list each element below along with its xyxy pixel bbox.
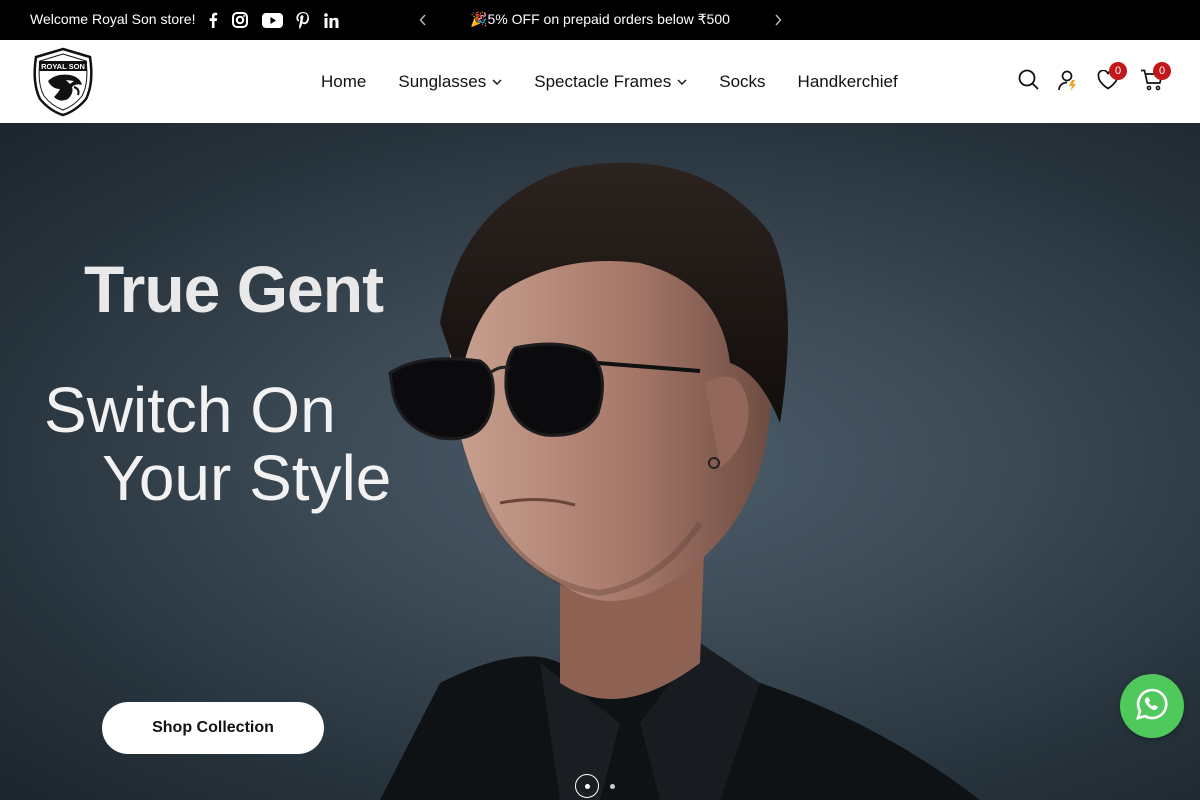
chevron-down-icon (492, 79, 502, 85)
hero-subtitle-line2: Your Style (102, 442, 392, 514)
shop-collection-button[interactable]: Shop Collection (102, 702, 324, 754)
hero-subtitle-line1: Switch On (44, 374, 336, 446)
youtube-icon[interactable] (261, 12, 283, 28)
nav-handkerchief[interactable]: Handkerchief (782, 62, 914, 102)
pinterest-icon[interactable] (295, 11, 311, 29)
announcement-prev-button[interactable] (413, 10, 433, 30)
hero-title: True Gent (84, 252, 384, 326)
nav-sunglasses[interactable]: Sunglasses (382, 62, 518, 102)
nav-socks-label: Socks (719, 71, 766, 91)
whatsapp-chat-button[interactable] (1120, 674, 1184, 738)
slide-dot-1[interactable] (575, 774, 599, 798)
chevron-down-icon (677, 79, 687, 85)
wishlist-button[interactable]: 0 (1088, 62, 1128, 102)
slide-dot-2[interactable] (610, 783, 615, 789)
nav-socks[interactable]: Socks (703, 62, 781, 102)
main-nav: Home Sunglasses Spectacle Frames Socks H… (305, 40, 914, 123)
announcement-next-button[interactable] (768, 10, 788, 30)
search-button[interactable] (1008, 62, 1048, 102)
hero-banner: True Gent Switch On Your Style Shop Coll… (0, 123, 1200, 800)
welcome-text: Welcome Royal Son store! (30, 11, 196, 27)
cart-button[interactable]: 0 (1132, 62, 1172, 102)
logo-text: ROYAL SON (41, 62, 85, 71)
header-actions: 0 0 (1008, 62, 1172, 102)
nav-spectacle-frames-label: Spectacle Frames (534, 71, 672, 91)
social-links (205, 10, 339, 30)
nav-spectacle-frames[interactable]: Spectacle Frames (518, 62, 703, 102)
nav-home-label: Home (321, 71, 367, 91)
nav-sunglasses-label: Sunglasses (398, 71, 487, 91)
account-button[interactable] (1048, 62, 1088, 102)
instagram-icon[interactable] (231, 12, 249, 28)
search-icon (1018, 69, 1039, 95)
linkedin-icon[interactable] (323, 12, 339, 28)
announcement-bar: Welcome Royal Son store! 🎉5% OFF on prep… (0, 0, 1200, 40)
cart-count-badge: 0 (1153, 62, 1171, 80)
facebook-icon[interactable] (205, 12, 221, 28)
site-header: ROYAL SON Home Sunglasses Spectacle Fram… (0, 40, 1200, 123)
announcement-text[interactable]: 🎉5% OFF on prepaid orders below ₹500 (440, 11, 760, 28)
nav-home[interactable]: Home (305, 62, 382, 102)
user-icon (1057, 69, 1079, 96)
nav-handkerchief-label: Handkerchief (797, 71, 898, 91)
whatsapp-icon (1135, 687, 1169, 726)
slider-pagination (575, 774, 615, 798)
wishlist-count-badge: 0 (1109, 62, 1127, 80)
logo[interactable]: ROYAL SON (30, 47, 96, 117)
